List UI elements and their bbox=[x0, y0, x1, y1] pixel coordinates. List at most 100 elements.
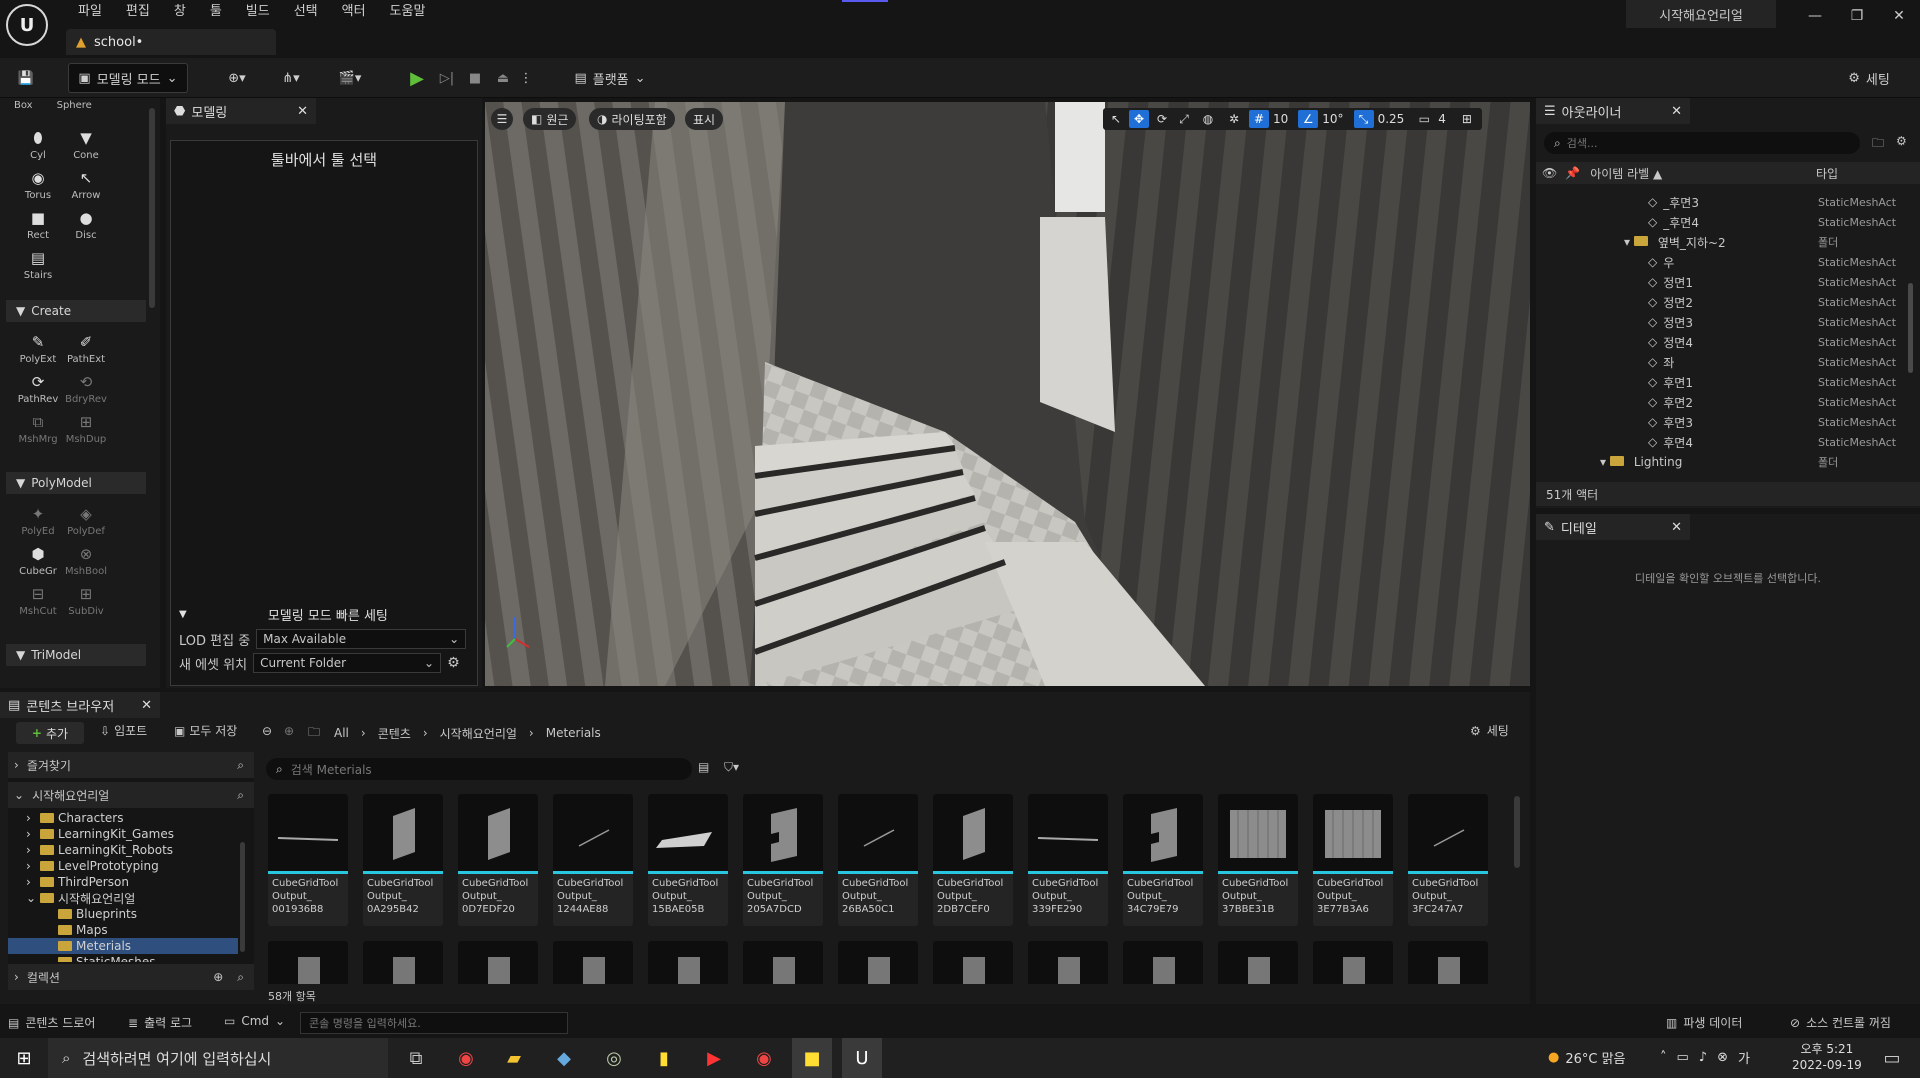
asset-tile[interactable] bbox=[553, 941, 633, 984]
palette-scrollbar[interactable] bbox=[149, 108, 155, 308]
sticky-notes-icon[interactable]: ▮ bbox=[644, 1038, 684, 1078]
breadcrumb-project[interactable]: 시작해요언리얼 bbox=[440, 725, 517, 742]
settings-button[interactable]: ⚙ 세팅 bbox=[1836, 63, 1902, 93]
add-collection-icon[interactable]: ⊕ bbox=[213, 970, 223, 984]
breadcrumb-content[interactable]: 콘텐츠 bbox=[378, 725, 411, 742]
search-icon[interactable]: ⌕ bbox=[237, 970, 244, 985]
add-folder-icon[interactable]: 🗀 bbox=[1872, 134, 1884, 155]
output-log-button[interactable]: ≣ 출력 로그 bbox=[128, 1014, 192, 1031]
kakaotalk-icon[interactable]: ■ bbox=[792, 1038, 832, 1078]
close-icon[interactable]: ✕ bbox=[1671, 104, 1682, 119]
perspective-button[interactable]: ◧ 원근 bbox=[523, 108, 577, 130]
angle-snap-icon[interactable]: ∠ bbox=[1298, 110, 1319, 128]
source-control-button[interactable]: ⊘ 소스 컨트롤 꺼짐 bbox=[1790, 1014, 1891, 1031]
tool-arrow[interactable]: ↖ Arrow bbox=[62, 164, 110, 204]
chevron-up-icon[interactable]: ˄ bbox=[1660, 1050, 1667, 1065]
tool-polyed[interactable]: ✦ PolyEd bbox=[14, 500, 62, 540]
tool-stairs[interactable]: ▤ Stairs bbox=[14, 244, 62, 284]
favorites-header[interactable]: › 즐겨찾기 ⌕ bbox=[8, 752, 254, 778]
chrome-icon[interactable]: ◉ bbox=[446, 1038, 486, 1078]
outliner-tab[interactable]: ☰ 아웃라이너 ✕ bbox=[1536, 98, 1690, 124]
chevron-icon[interactable]: › bbox=[26, 859, 36, 873]
asset-tile[interactable] bbox=[1313, 941, 1393, 984]
outliner-actor-row[interactable]: ◇ 정면3 StaticMeshAct bbox=[1536, 312, 1920, 332]
grid-snap-value[interactable]: 10 bbox=[1273, 112, 1288, 126]
menu-help[interactable]: 도움말 bbox=[378, 2, 438, 22]
polymodel-section-header[interactable]: ▼ PolyModel bbox=[6, 472, 146, 494]
asset-tile[interactable]: CubeGridTool Output_ 3E77B3A6 bbox=[1313, 794, 1393, 926]
console-input[interactable]: 콘솔 명령을 입력하세요. bbox=[300, 1012, 568, 1034]
outliner-actor-row[interactable]: ◇ 우 StaticMeshAct bbox=[1536, 252, 1920, 272]
tool-mshbool[interactable]: ⊗ MshBool bbox=[62, 540, 110, 580]
asset-tile[interactable]: CubeGridTool Output_ 1244AE88 bbox=[553, 794, 633, 926]
asset-search[interactable]: ⌕ 검색 Meterials bbox=[266, 758, 692, 780]
task-view-icon[interactable]: ⧉ bbox=[396, 1038, 436, 1078]
grid-snap-icon[interactable]: # bbox=[1249, 110, 1269, 128]
cb-settings-button[interactable]: ⚙ 세팅 bbox=[1470, 722, 1509, 739]
weather-widget[interactable]: ● 26°C 맑음 bbox=[1548, 1048, 1626, 1067]
menu-select[interactable]: 선택 bbox=[282, 2, 330, 22]
search-icon[interactable]: ⌕ bbox=[237, 758, 244, 773]
tool-torus[interactable]: ◉ Torus bbox=[14, 164, 62, 204]
asset-tile[interactable]: CubeGridTool Output_ 3FC247A7 bbox=[1408, 794, 1488, 926]
asset-tile[interactable] bbox=[1218, 941, 1298, 984]
outliner-scrollbar[interactable] bbox=[1908, 283, 1913, 373]
outliner-actor-row[interactable]: ◇ _후면3 StaticMeshAct bbox=[1536, 192, 1920, 212]
asset-tile[interactable]: CubeGridTool Output_ 15BAE05B bbox=[648, 794, 728, 926]
asset-tile[interactable]: CubeGridTool Output_ 0A295B42 bbox=[363, 794, 443, 926]
tool-box[interactable]: Box bbox=[14, 100, 33, 111]
asset-tile[interactable]: CubeGridTool Output_ 34C79E79 bbox=[1123, 794, 1203, 926]
taskbar-search[interactable]: ⌕ 검색하려면 여기에 입력하십시 bbox=[48, 1038, 388, 1078]
folder-tree-item[interactable]: ⌄ 시작해요언리얼 bbox=[8, 890, 238, 906]
close-icon[interactable]: ✕ bbox=[297, 104, 308, 119]
angle-snap-value[interactable]: 10° bbox=[1322, 112, 1343, 126]
filter-icon[interactable]: ⛉▾ bbox=[724, 760, 739, 775]
menu-edit[interactable]: 편집 bbox=[114, 2, 162, 22]
clock[interactable]: 오후 5:21 2022-09-19 bbox=[1792, 1041, 1862, 1073]
gear-icon[interactable]: ⚙ bbox=[447, 655, 460, 671]
close-icon[interactable]: ✕ bbox=[1671, 520, 1682, 535]
asset-tile[interactable] bbox=[743, 941, 823, 984]
outliner-actor-row[interactable]: ◇ 정면4 StaticMeshAct bbox=[1536, 332, 1920, 352]
folder-tree-item[interactable]: › ThirdPerson bbox=[8, 874, 238, 890]
asset-tile[interactable] bbox=[458, 941, 538, 984]
folder-tree-item[interactable]: › LearningKit_Games bbox=[8, 826, 238, 842]
quick-settings-header[interactable]: ▼ 모델링 모드 빠른 세팅 bbox=[179, 605, 469, 624]
folder-icon[interactable]: 🗀 bbox=[308, 723, 320, 744]
tool-bdryrev[interactable]: ⟲ BdryRev bbox=[62, 368, 110, 408]
chevron-icon[interactable]: › bbox=[26, 811, 36, 825]
lod-dropdown[interactable]: Max Available ⌄ bbox=[256, 629, 467, 649]
gear-icon[interactable]: ⚙ bbox=[1896, 134, 1907, 148]
menu-build[interactable]: 빌드 bbox=[234, 2, 282, 22]
asset-tile[interactable]: CubeGridTool Output_ 26BA50C1 bbox=[838, 794, 918, 926]
mode-select-button[interactable]: ▣ 모델링 모드 ⌄ bbox=[68, 63, 188, 93]
asset-tile[interactable]: CubeGridTool Output_ 37BBE31B bbox=[1218, 794, 1298, 926]
back-icon[interactable]: ⊖ bbox=[262, 724, 272, 738]
collections-header[interactable]: › 컬렉션 ⊕ ⌕ bbox=[8, 964, 254, 990]
tool-polydef[interactable]: ◈ PolyDef bbox=[62, 500, 110, 540]
breadcrumb-materials[interactable]: Meterials bbox=[546, 726, 601, 740]
level-tab[interactable]: ▲ school• bbox=[66, 29, 276, 55]
outliner-actor-row[interactable]: ◇ 후면2 StaticMeshAct bbox=[1536, 392, 1920, 412]
windows-start-icon[interactable]: ⊞ bbox=[4, 1038, 44, 1078]
minimize-icon[interactable]: — bbox=[1798, 4, 1832, 28]
translate-icon[interactable]: ✥ bbox=[1129, 110, 1149, 128]
asset-tile[interactable]: CubeGridTool Output_ 2DB7CEF0 bbox=[933, 794, 1013, 926]
maximize-viewport-icon[interactable]: ⊞ bbox=[1456, 112, 1478, 126]
notification-icon[interactable]: ▭ bbox=[1872, 1038, 1912, 1078]
scale-icon[interactable]: ⤢ bbox=[1175, 112, 1193, 127]
modeling-tab[interactable]: ⬣ 모델링 ✕ bbox=[166, 98, 316, 124]
asset-tile[interactable] bbox=[933, 941, 1013, 984]
camera-speed-icon[interactable]: ▭ bbox=[1414, 112, 1434, 126]
tool-mshmrg[interactable]: ⧉ MshMrg bbox=[14, 408, 62, 448]
asset-tile[interactable]: CubeGridTool Output_ 205A7DCD bbox=[743, 794, 823, 926]
outliner-actor-row[interactable]: ◇ 정면2 StaticMeshAct bbox=[1536, 292, 1920, 312]
derived-data-button[interactable]: ▥ 파생 데이터 bbox=[1666, 1014, 1742, 1031]
folder-tree-item[interactable]: › LearningKit_Robots bbox=[8, 842, 238, 858]
outliner-actor-row[interactable]: ◇ 좌 StaticMeshAct bbox=[1536, 352, 1920, 372]
outliner-folder-row[interactable]: ▾ Lighting 폴더 bbox=[1536, 452, 1920, 472]
more-options-icon[interactable]: ⋮ bbox=[518, 63, 534, 93]
menu-tools[interactable]: 툴 bbox=[198, 2, 234, 22]
file-explorer-icon[interactable]: ▰ bbox=[494, 1038, 534, 1078]
tool-pathrev[interactable]: ⟳ PathRev bbox=[14, 368, 62, 408]
